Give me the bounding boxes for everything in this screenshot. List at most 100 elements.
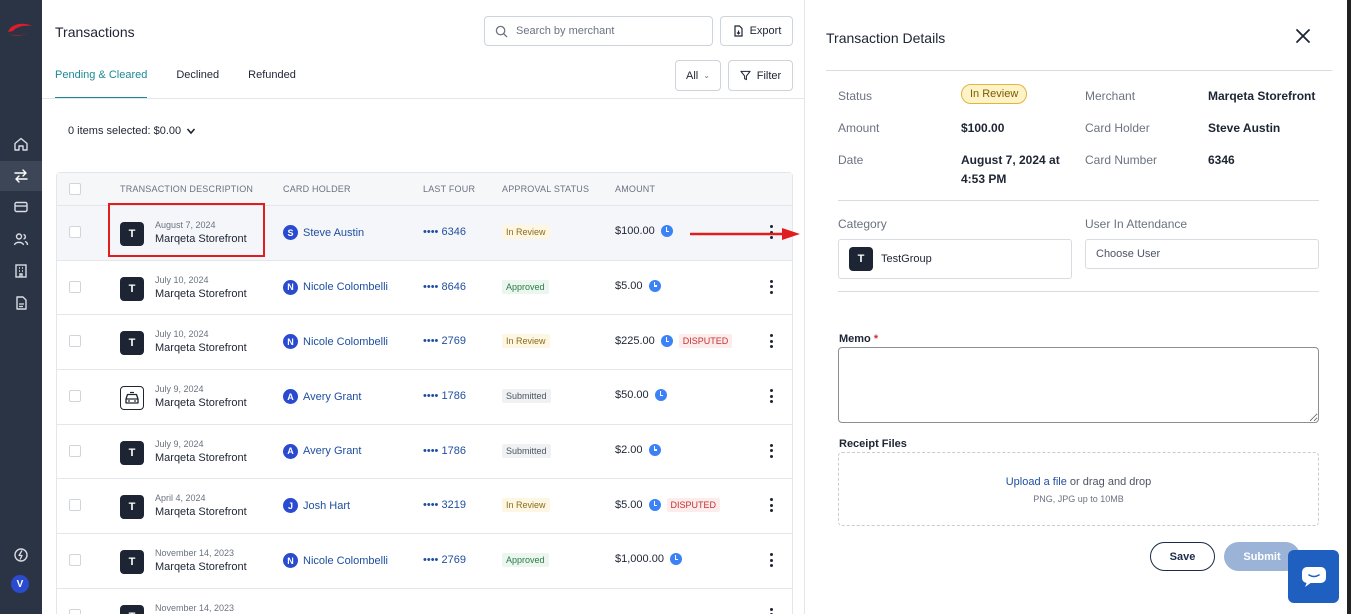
transaction-tabs: Pending & Cleared Declined Refunded bbox=[55, 60, 325, 99]
row-checkbox[interactable] bbox=[69, 608, 81, 614]
drag-drop-text: or drag and drop bbox=[1066, 476, 1152, 488]
holder-name: Avery Grant bbox=[303, 390, 362, 403]
user-in-attendance-select[interactable]: Choose User bbox=[1085, 239, 1319, 269]
annotation-arrow-icon bbox=[690, 228, 800, 240]
table-row[interactable]: T November 14, 2023 Marqeta Storefront N… bbox=[57, 534, 792, 589]
table-row[interactable]: T July 10, 2024 Marqeta Storefront N Nico… bbox=[57, 261, 792, 316]
table-row[interactable]: T April 4, 2024 Marqeta Storefront J Josh… bbox=[57, 479, 792, 535]
tab-pending-cleared[interactable]: Pending & Cleared bbox=[55, 60, 148, 99]
nav-users[interactable] bbox=[0, 224, 42, 254]
row-menu-button[interactable] bbox=[766, 605, 776, 614]
amount-cell: $50.00 bbox=[615, 389, 667, 402]
row-menu-button[interactable] bbox=[766, 277, 776, 297]
last-four[interactable]: •••• 6346 bbox=[423, 226, 466, 238]
tabs-divider bbox=[42, 98, 805, 99]
category-select[interactable]: T TestGroup bbox=[838, 239, 1072, 279]
date-label: Date bbox=[838, 153, 864, 167]
column-header-last-four[interactable]: LAST FOUR bbox=[423, 184, 475, 194]
card-number-value: 6346 bbox=[1208, 153, 1235, 167]
column-header-description[interactable]: TRANSACTION DESCRIPTION bbox=[120, 184, 253, 194]
search-input[interactable]: Search by merchant bbox=[484, 16, 713, 46]
row-menu-button[interactable] bbox=[766, 331, 776, 351]
selection-summary[interactable]: 0 items selected: $0.00 bbox=[68, 125, 196, 137]
clock-icon bbox=[660, 335, 673, 348]
close-icon[interactable] bbox=[1294, 27, 1312, 45]
all-filter-select[interactable]: All ⌄ bbox=[675, 60, 721, 91]
row-menu-button[interactable] bbox=[766, 495, 776, 515]
row-checkbox[interactable] bbox=[69, 444, 81, 457]
last-four[interactable]: •••• 2769 bbox=[423, 335, 466, 347]
nav-cards[interactable] bbox=[0, 192, 42, 222]
transaction-date: July 9, 2024 bbox=[155, 438, 204, 449]
last-four[interactable]: •••• 1786 bbox=[423, 445, 466, 457]
last-four[interactable]: •••• 8646 bbox=[423, 281, 466, 293]
attendance-label: User In Attendance bbox=[1085, 217, 1188, 231]
table-header: TRANSACTION DESCRIPTION CARD HOLDER LAST… bbox=[57, 173, 792, 206]
amount-value: $5.00 bbox=[615, 279, 643, 292]
nav-documents[interactable] bbox=[0, 288, 42, 318]
column-header-card-holder[interactable]: CARD HOLDER bbox=[283, 184, 351, 194]
amount-value: $2.00 bbox=[615, 443, 643, 456]
search-placeholder: Search by merchant bbox=[516, 25, 615, 37]
nav-home[interactable] bbox=[0, 129, 42, 159]
brand-logo-icon bbox=[8, 23, 32, 36]
last-four[interactable]: •••• 2769 bbox=[423, 554, 466, 566]
last-four[interactable]: •••• 3219 bbox=[423, 499, 466, 511]
row-checkbox[interactable] bbox=[69, 390, 81, 403]
last-four[interactable]: •••• 1786 bbox=[423, 390, 466, 402]
amount-value: $100.00 bbox=[961, 121, 1005, 135]
column-header-amount[interactable]: AMOUNT bbox=[615, 184, 655, 194]
tab-refunded[interactable]: Refunded bbox=[248, 60, 296, 99]
tab-declined[interactable]: Declined bbox=[176, 60, 219, 99]
upload-file-link[interactable]: Upload a file bbox=[1006, 476, 1067, 488]
table-row[interactable]: T July 9, 2024 Marqeta Storefront A Avery… bbox=[57, 425, 792, 480]
card-holder[interactable]: N Nicole Colombelli bbox=[283, 279, 388, 295]
card-holder[interactable]: J Josh Hart bbox=[283, 498, 350, 514]
filter-button[interactable]: Filter bbox=[728, 60, 793, 91]
nav-company[interactable] bbox=[0, 256, 42, 286]
holder-initial-avatar: S bbox=[283, 225, 298, 240]
choose-user-placeholder: Choose User bbox=[1096, 248, 1161, 260]
transaction-date: July 9, 2024 bbox=[155, 384, 204, 395]
card-holder[interactable]: N Nicole Colombelli bbox=[283, 334, 388, 350]
card-holder[interactable]: N Nicole Colombelli bbox=[283, 553, 388, 569]
row-checkbox[interactable] bbox=[69, 554, 81, 567]
memo-textarea[interactable] bbox=[838, 347, 1319, 423]
clock-icon bbox=[660, 225, 673, 237]
card-holder[interactable]: A Avery Grant bbox=[283, 443, 362, 459]
row-checkbox[interactable] bbox=[69, 226, 81, 238]
transactions-panel: Transactions Search by merchant Export P… bbox=[42, 0, 805, 614]
column-header-approval-status[interactable]: APPROVAL STATUS bbox=[502, 184, 589, 194]
table-row[interactable]: T July 10, 2024 Marqeta Storefront N Nico… bbox=[57, 315, 792, 371]
export-button[interactable]: Export bbox=[720, 16, 793, 46]
merchant-logo: T bbox=[120, 331, 144, 356]
row-menu-button[interactable] bbox=[766, 441, 776, 461]
receipt-files-label: Receipt Files bbox=[839, 438, 907, 450]
save-button[interactable]: Save bbox=[1150, 542, 1215, 571]
merchant-label: Merchant bbox=[1085, 89, 1136, 103]
row-checkbox[interactable] bbox=[69, 499, 81, 512]
chat-support-button[interactable] bbox=[1288, 550, 1339, 603]
amount-cell: $225.00 DISPUTED bbox=[615, 334, 733, 349]
row-checkbox[interactable] bbox=[69, 280, 81, 293]
transfer-arrows-icon bbox=[14, 169, 28, 183]
receipt-dropzone[interactable]: Upload a file or drag and drop PNG, JPG … bbox=[838, 452, 1319, 526]
page-title: Transactions bbox=[55, 24, 135, 40]
select-all-checkbox[interactable] bbox=[69, 183, 81, 195]
row-checkbox[interactable] bbox=[69, 335, 81, 348]
amount-cell: $5.00 DISPUTED bbox=[615, 498, 721, 513]
holder-initial-avatar: J bbox=[283, 498, 298, 514]
card-holder[interactable]: S Steve Austin bbox=[283, 225, 364, 240]
nav-integrations[interactable] bbox=[0, 540, 42, 570]
table-row[interactable]: July 9, 2024 Marqeta Storefront A Avery G… bbox=[57, 370, 792, 425]
nav-transactions[interactable] bbox=[0, 161, 42, 191]
row-menu-button[interactable] bbox=[766, 550, 776, 570]
transaction-date: July 10, 2024 bbox=[155, 329, 209, 340]
table-row[interactable]: T November 14, 2023 bbox=[57, 589, 792, 614]
card-number-label: Card Number bbox=[1085, 153, 1158, 167]
user-avatar[interactable]: V bbox=[11, 575, 29, 593]
row-menu-button[interactable] bbox=[766, 386, 776, 406]
card-holder[interactable]: A Avery Grant bbox=[283, 389, 362, 405]
merchant-logo: T bbox=[120, 495, 144, 520]
upload-instructions: Upload a file or drag and drop bbox=[839, 476, 1318, 488]
